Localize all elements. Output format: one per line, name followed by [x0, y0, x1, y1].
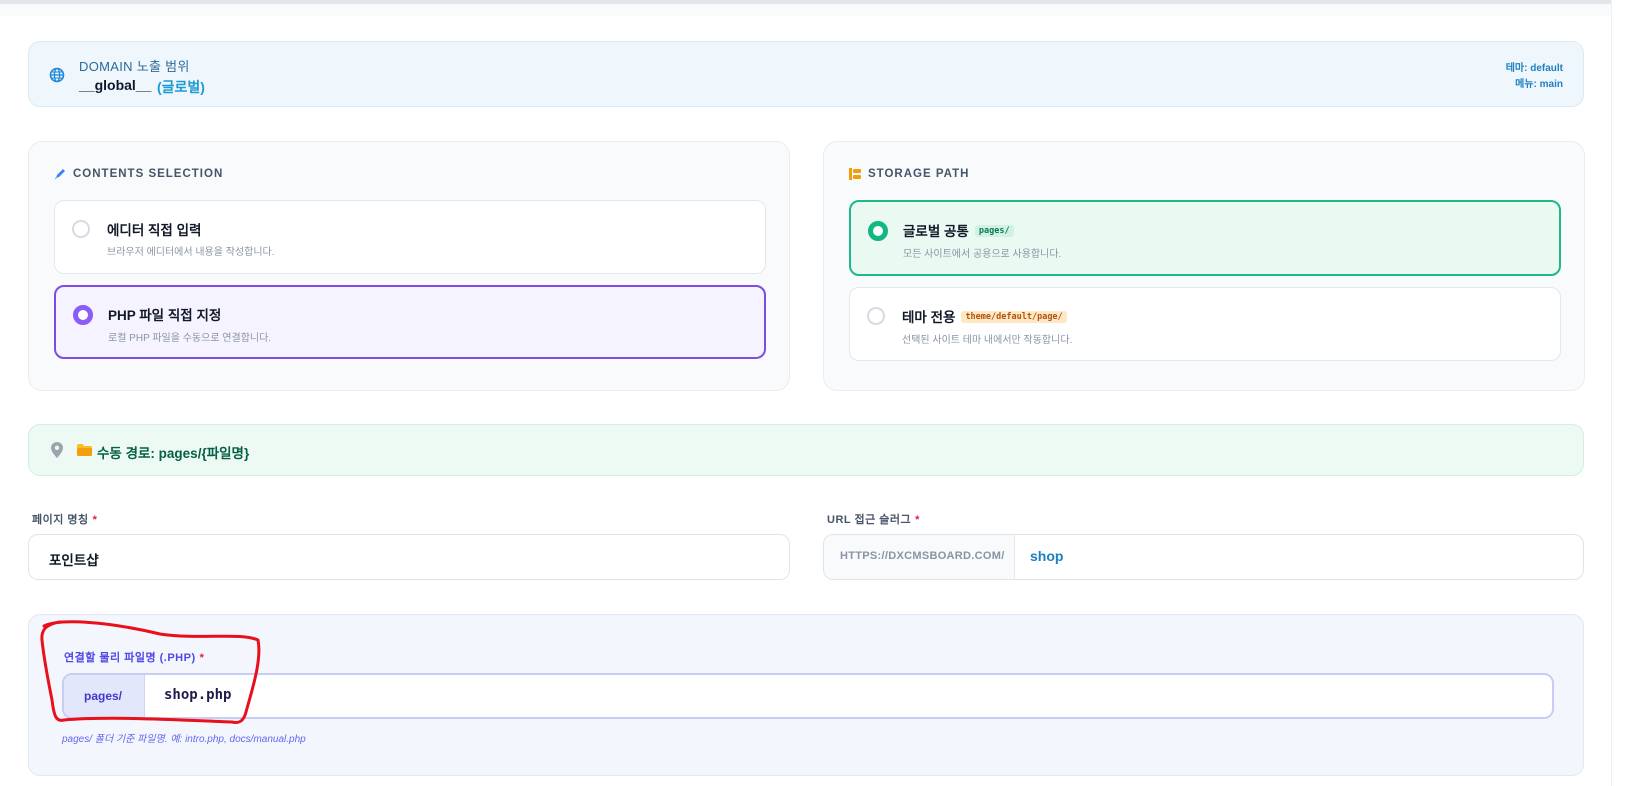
- globe-icon: [49, 67, 65, 83]
- option-title: 글로벌 공통 pages/: [903, 220, 1014, 240]
- manual-path-bar: 수동 경로: pages/{파일명}: [28, 424, 1584, 476]
- domain-meta: 테마: default 메뉴: main: [1506, 61, 1563, 93]
- physical-file-input[interactable]: pages/ shop.php: [62, 673, 1554, 719]
- physical-file-label-text: 연결할 물리 파일명 (.PHP): [64, 652, 196, 664]
- radio-global-common[interactable]: [868, 221, 888, 241]
- slug-value[interactable]: shop: [1030, 548, 1063, 564]
- page-name-input[interactable]: 포인트샵: [28, 534, 790, 580]
- path-tag: theme/default/page/: [961, 311, 1067, 324]
- slug-prefix: HTTPS://DXCMSBOARD.COM/: [824, 535, 1015, 579]
- required-mark: *: [92, 514, 98, 526]
- folder-icon: [77, 444, 92, 456]
- pen-icon: [55, 169, 65, 179]
- domain-value: __global__: [79, 77, 152, 93]
- file-name-value[interactable]: shop.php: [164, 687, 231, 703]
- option-theme-only[interactable]: 테마 전용 theme/default/page/ 선택된 사이트 테마 내에서만…: [849, 287, 1561, 361]
- page-name-label-text: 페이지 명칭: [32, 514, 89, 526]
- radio-php-file[interactable]: [73, 305, 93, 325]
- manual-path-text: 수동 경로: pages/{파일명}: [97, 446, 250, 461]
- storage-path-panel: STORAGE PATH 글로벌 공통 pages/ 모든 사이트에서 공용으로 …: [823, 141, 1585, 391]
- physical-file-card: 연결할 물리 파일명 (.PHP) * pages/ shop.php pages…: [28, 614, 1584, 776]
- contents-selection-panel: CONTENTS SELECTION 에디터 직접 입력 브라우저 에디터에서 …: [28, 141, 790, 391]
- domain-value-sub: (글로벌): [157, 79, 205, 95]
- domain-label: DOMAIN 노출 범위: [79, 59, 190, 74]
- page-name-value[interactable]: 포인트샵: [49, 549, 99, 569]
- option-desc: 모든 사이트에서 공용으로 사용합니다.: [903, 249, 1062, 260]
- contents-selection-title: CONTENTS SELECTION: [73, 168, 224, 180]
- physical-file-label: 연결할 물리 파일명 (.PHP) *: [64, 649, 204, 665]
- option-title-text: 글로벌 공통: [903, 224, 969, 239]
- menu-info: 메뉴: main: [1515, 79, 1563, 90]
- slug-label-text: URL 접근 슬러그: [827, 514, 912, 526]
- radio-theme-only[interactable]: [867, 307, 885, 325]
- scrollbar[interactable]: [1611, 0, 1633, 786]
- top-strip: [0, 4, 1612, 16]
- option-title: 테마 전용 theme/default/page/: [902, 306, 1067, 326]
- domain-scope-card: DOMAIN 노출 범위 __global__ (글로벌) 테마: defaul…: [28, 41, 1584, 107]
- option-title: 에디터 직접 입력: [107, 223, 202, 238]
- option-editor-input[interactable]: 에디터 직접 입력 브라우저 에디터에서 내용을 작성합니다.: [54, 200, 766, 274]
- radio-editor-input[interactable]: [72, 220, 90, 238]
- option-global-common[interactable]: 글로벌 공통 pages/ 모든 사이트에서 공용으로 사용합니다.: [849, 200, 1561, 276]
- folder-tree-icon: [849, 168, 861, 180]
- slug-prefix-text: HTTPS://DXCMSBOARD.COM/: [840, 550, 1005, 562]
- option-desc: 브라우저 에디터에서 내용을 작성합니다.: [107, 247, 275, 258]
- slug-label: URL 접근 슬러그 *: [827, 511, 920, 527]
- option-title: PHP 파일 직접 지정: [108, 308, 222, 323]
- option-php-file[interactable]: PHP 파일 직접 지정 로컬 PHP 파일을 수동으로 연결합니다.: [54, 285, 766, 359]
- file-hint: pages/ 폴더 기준 파일명. 예: intro.php, docs/man…: [62, 734, 306, 745]
- option-title-text: 테마 전용: [902, 310, 956, 325]
- required-mark: *: [199, 652, 205, 664]
- path-tag: pages/: [974, 225, 1014, 238]
- file-prefix: pages/: [64, 675, 145, 717]
- required-mark: *: [915, 514, 920, 526]
- option-desc: 로컬 PHP 파일을 수동으로 연결합니다.: [108, 333, 272, 344]
- map-pin-icon: [51, 442, 63, 458]
- theme-info: 테마: default: [1505, 63, 1563, 74]
- storage-path-title: STORAGE PATH: [868, 168, 970, 180]
- option-desc: 선택된 사이트 테마 내에서만 작동합니다.: [902, 335, 1073, 346]
- slug-input[interactable]: HTTPS://DXCMSBOARD.COM/ shop: [823, 534, 1584, 580]
- page-name-label: 페이지 명칭 *: [32, 511, 97, 527]
- file-prefix-text: pages/: [84, 689, 123, 703]
